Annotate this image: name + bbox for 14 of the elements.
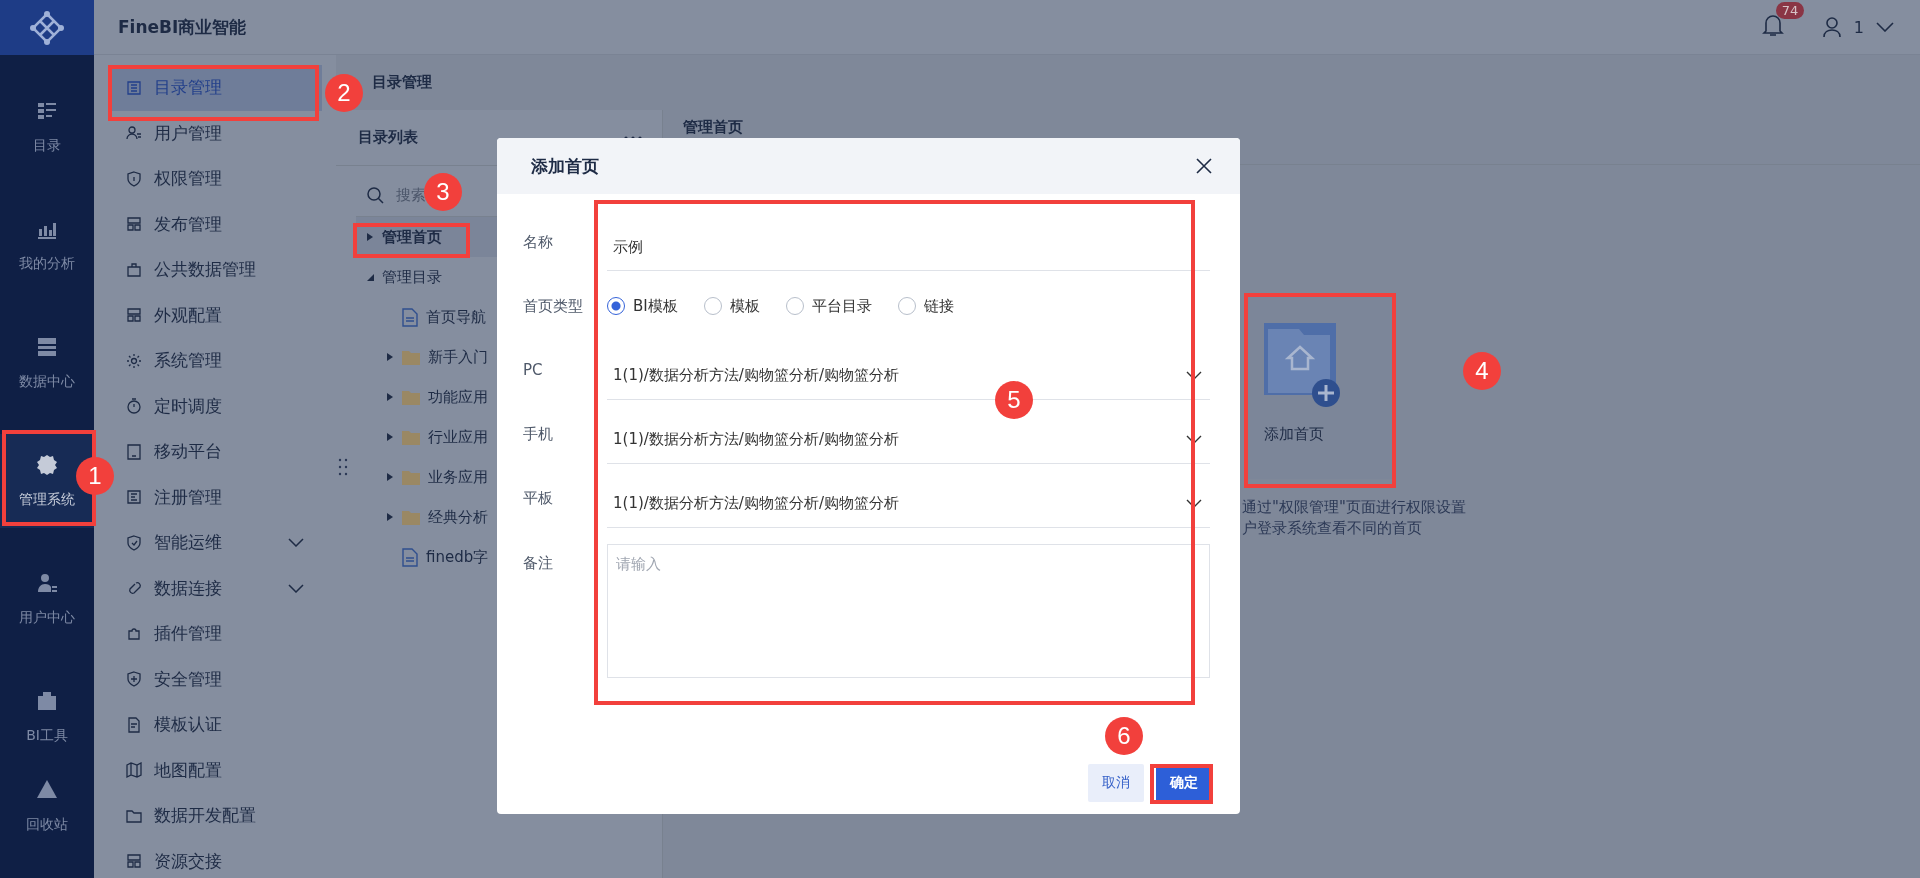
panel-title: 管理首页: [683, 118, 743, 137]
field-label: PC: [523, 361, 544, 379]
field-label: 名称: [523, 232, 554, 252]
field-label: 备注: [523, 554, 554, 573]
field-label: 首页类型: [523, 296, 584, 316]
breadcrumb: 目录管理: [372, 73, 432, 92]
notification-count: 74: [1775, 2, 1805, 19]
panel-title: 目录列表: [358, 128, 418, 147]
hint-text: 通过"权限管理"页面进行权限设置: [1242, 497, 1467, 518]
hint-text: 户登录系统查看不同的首页: [1242, 518, 1423, 539]
field-label: 手机: [523, 424, 554, 444]
field-label: 平板: [523, 488, 554, 508]
app-title: FineBI商业智能: [118, 15, 247, 39]
dialog-title: 添加首页: [531, 154, 599, 178]
